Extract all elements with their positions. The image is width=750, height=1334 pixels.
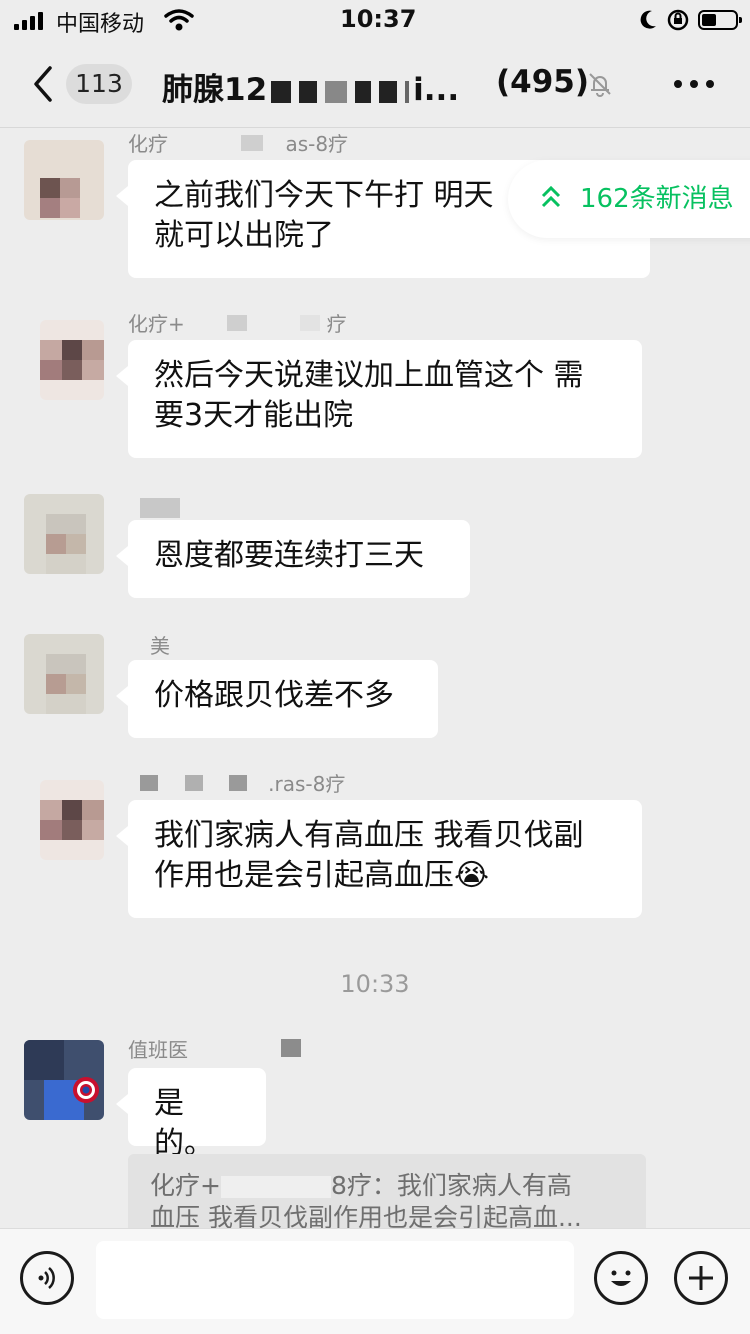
timestamp: 10:33 (340, 970, 410, 998)
message-text: 是的。 (154, 1086, 214, 1161)
avatar[interactable] (24, 634, 104, 714)
message-text: 作用也是会引起高血压😭 (154, 858, 490, 893)
message-text: 然后今天说建议加上血管这个 需 (154, 358, 584, 393)
message-bubble: 价格跟贝伐差不多 (116, 660, 438, 738)
avatar[interactable] (24, 1040, 104, 1120)
avatar[interactable] (24, 140, 104, 220)
message-text: 要3天才能出院 (154, 398, 354, 433)
message-text: 我们家病人有高血压 我看贝伐副 (154, 818, 584, 853)
unread-count-badge[interactable]: 113 (66, 64, 132, 104)
message-text: 价格跟贝伐差不多 (154, 678, 394, 713)
wifi-icon (164, 9, 194, 31)
message-bubble: 是的。 (116, 1068, 266, 1161)
new-messages-button[interactable]: 162条新消息 (508, 160, 750, 238)
sender-name: 美 (150, 634, 170, 658)
status-bar: 中国移动 10:37 (0, 0, 750, 40)
message-bubble: 然后今天说建议加上血管这个 需 要3天才能出院 (116, 340, 642, 458)
redacted-sender (140, 498, 180, 518)
moon-icon (640, 10, 656, 29)
avatar[interactable] (24, 494, 104, 574)
sender-name: 化疗 as-8疗 (128, 132, 349, 156)
carrier-name: 中国移动 (56, 12, 145, 37)
quoted-line: 化疗+ 8疗：我们家病人有高 (150, 1171, 572, 1200)
message-input[interactable] (96, 1241, 574, 1319)
quoted-message[interactable]: 化疗+ 8疗：我们家病人有高 血压 我看贝伐副作用也是会引起高血... (128, 1154, 646, 1234)
avatar[interactable] (40, 780, 104, 860)
more-dots-icon[interactable] (674, 80, 714, 88)
orientation-lock-icon (667, 9, 689, 31)
chat-header: 113 肺腺12 i... (495) (0, 40, 750, 128)
emoji-icon[interactable] (594, 1251, 648, 1305)
message-bubble: 我们家病人有高血压 我看贝伐副 作用也是会引起高血压😭 (116, 800, 642, 918)
bell-off-icon (589, 73, 611, 97)
plus-icon[interactable] (674, 1251, 728, 1305)
avatar[interactable] (40, 320, 104, 400)
voice-icon[interactable] (20, 1251, 74, 1305)
signal-icon (14, 12, 48, 30)
double-chevron-up-icon (541, 185, 561, 208)
sender-name: 值班医 (128, 1034, 301, 1063)
sender-name: .ras-8疗 (140, 768, 345, 797)
battery-icon (698, 10, 742, 30)
message-bubble: 恩度都要连续打三天 (116, 520, 470, 598)
shield-icon (73, 1077, 99, 1103)
chevron-left-icon[interactable] (26, 62, 66, 106)
member-count: (495) (496, 64, 590, 100)
sender-name: 化疗+ 疗 (128, 312, 347, 336)
message-text: 恩度都要连续打三天 (154, 538, 424, 573)
group-title: 肺腺12 i... (162, 72, 460, 108)
new-messages-label: 162条新消息 (580, 184, 734, 214)
input-bar (0, 1228, 750, 1334)
clock: 10:37 (340, 5, 417, 33)
